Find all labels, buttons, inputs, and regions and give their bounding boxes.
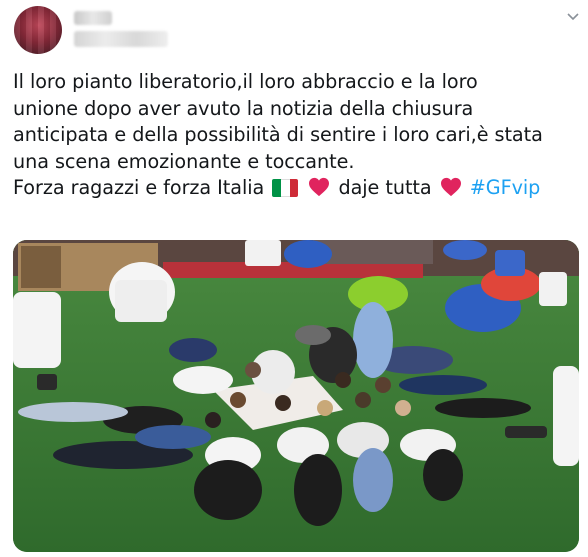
tweet-text-segment: daje tutta xyxy=(338,176,432,199)
tweet-text-line: anticipata e della possibilità di sentir… xyxy=(13,123,543,146)
chevron-down-icon[interactable] xyxy=(566,12,580,22)
tweet-text-line: unione dopo aver avuto la notizia della … xyxy=(13,96,474,120)
tweet-text-line: Il loro pianto liberatorio,il loro abbra… xyxy=(13,70,478,93)
tweet-text: Il loro pianto liberatorio,il loro abbra… xyxy=(13,69,579,202)
tweet-photo[interactable] xyxy=(13,240,579,552)
author-avatar[interactable] xyxy=(14,6,62,54)
red-heart-icon xyxy=(309,177,330,197)
photo-illustration xyxy=(13,240,579,552)
author-name-redacted[interactable] xyxy=(74,11,112,25)
author-handle-redacted[interactable] xyxy=(74,31,168,47)
tweet-text-line-5: Forza ragazzi e forza Italia daje tutta … xyxy=(13,175,579,202)
tweet-header xyxy=(0,0,588,60)
tweet-text-line: una scena emozionante e toccante. xyxy=(13,149,355,173)
italy-flag-icon xyxy=(272,179,299,197)
tweet-text-segment: Forza ragazzi e forza Italia xyxy=(13,176,265,199)
hashtag-link[interactable]: #GFvip xyxy=(470,176,541,199)
red-heart-icon xyxy=(440,177,461,197)
